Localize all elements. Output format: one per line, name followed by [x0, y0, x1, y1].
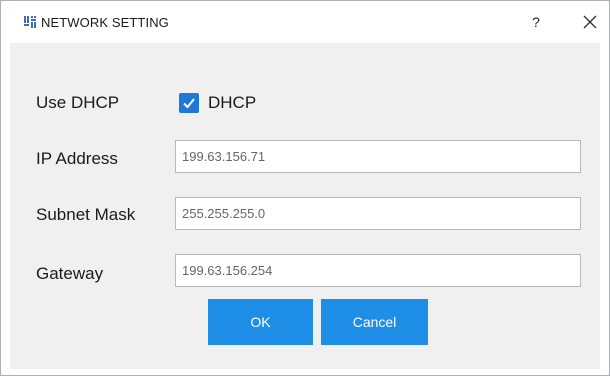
subnet-mask-label: Subnet Mask	[36, 205, 136, 224]
help-button[interactable]: ?	[527, 12, 545, 32]
ip-address-label: IP Address	[36, 149, 118, 168]
close-icon	[583, 15, 597, 29]
dhcp-checkbox-label[interactable]: DHCP	[208, 93, 256, 113]
dhcp-checkbox[interactable]: DHCP	[179, 91, 256, 115]
close-button[interactable]	[580, 12, 600, 32]
settings-panel: Use DHCP DHCP IP Address Subnet Mask Gat…	[10, 43, 600, 369]
network-app-icon	[24, 15, 36, 28]
subnet-mask-field[interactable]	[175, 197, 581, 230]
gateway-field[interactable]	[175, 254, 581, 287]
gateway-label: Gateway	[36, 264, 104, 283]
window-title: NETWORK SETTING	[41, 15, 169, 30]
cancel-button[interactable]: Cancel	[321, 299, 428, 345]
checkbox-checked-icon[interactable]	[179, 93, 199, 113]
ok-button[interactable]: OK	[208, 299, 313, 345]
title-bar: NETWORK SETTING ?	[1, 1, 609, 43]
ip-address-field[interactable]	[175, 140, 581, 173]
use-dhcp-label: Use DHCP	[36, 93, 120, 112]
network-setting-dialog: NETWORK SETTING ? Use DHCP DHCP IP Addre…	[0, 0, 610, 376]
